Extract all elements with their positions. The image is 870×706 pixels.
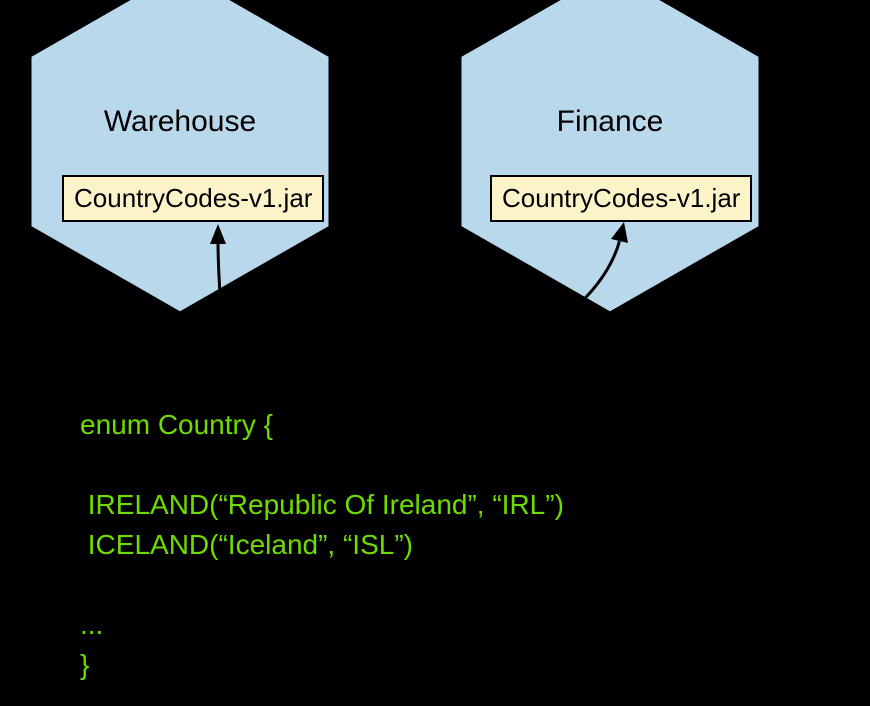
diagram-canvas: Warehouse Finance CountryCodes-v1.jar Co…	[0, 0, 870, 706]
jar-warehouse: CountryCodes-v1.jar	[62, 175, 324, 222]
code-line-1: enum Country {	[80, 405, 273, 446]
hexagon-warehouse	[30, 0, 330, 313]
hexagon-warehouse-label: Warehouse	[30, 105, 330, 139]
hexagon-finance-label: Finance	[460, 105, 760, 139]
code-line-2: IRELAND(“Republic Of Ireland”, “IRL”)	[80, 485, 564, 526]
jar-finance: CountryCodes-v1.jar	[490, 175, 752, 222]
code-line-5: }	[80, 645, 89, 686]
code-line-3: ICELAND(“Iceland”, “ISL”)	[80, 525, 413, 566]
code-line-4: ...	[80, 605, 103, 646]
